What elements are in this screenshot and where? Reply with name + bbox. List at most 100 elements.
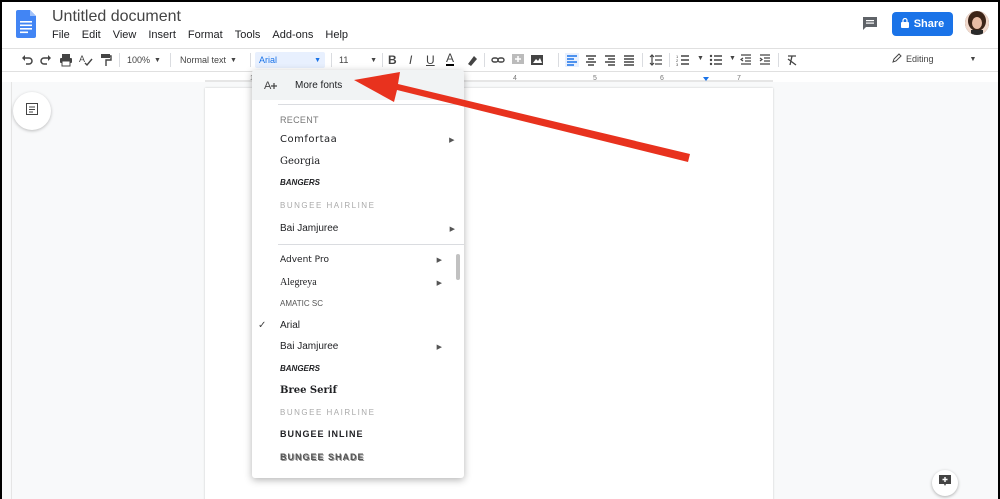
share-button[interactable]: Share <box>892 12 953 36</box>
underline-button[interactable]: U <box>426 53 435 67</box>
font-select[interactable]: Arial ▼ <box>255 52 325 68</box>
style-select[interactable]: Normal text ▼ <box>180 55 237 65</box>
numbered-list-icon[interactable]: 123 <box>676 53 690 67</box>
font-item-amatic-sc[interactable]: AMATIC SC <box>280 299 442 308</box>
align-left-icon[interactable] <box>565 53 579 67</box>
insert-image-icon[interactable] <box>530 53 544 67</box>
avatar[interactable] <box>965 11 989 35</box>
menu-scrollbar[interactable] <box>456 254 460 280</box>
clear-formatting-icon[interactable] <box>785 53 799 67</box>
font-item-bree-serif[interactable]: Bree Serif <box>280 385 442 396</box>
text-color-button[interactable]: A <box>446 52 455 66</box>
font-item-bangers[interactable]: BANGERS <box>280 364 442 373</box>
align-right-icon[interactable] <box>603 53 617 67</box>
font-item-bungee-hairline[interactable]: BUNGEE HAIRLINE <box>280 408 442 417</box>
caret-down-icon[interactable]: ▼ <box>725 55 736 62</box>
font-item-label: Georgia <box>280 156 321 167</box>
decrease-indent-icon[interactable] <box>739 53 753 67</box>
font-item-bai-jamjuree[interactable]: Bai Jamjuree ▶ <box>280 341 442 352</box>
toolbar-divider <box>484 53 485 67</box>
submenu-arrow-icon: ▶ <box>449 135 455 144</box>
editing-mode-select[interactable]: Editing ▼ <box>892 53 976 65</box>
font-item-bungee-shade[interactable]: BUNGEE SHADE <box>280 452 442 462</box>
font-item-bangers[interactable]: BANGERS <box>280 178 455 187</box>
menu-edit[interactable]: Edit <box>82 29 101 41</box>
caret-down-icon: ▼ <box>370 56 377 64</box>
explore-button[interactable] <box>932 470 958 496</box>
toolbar-divider <box>331 53 332 67</box>
bold-button[interactable]: B <box>388 53 397 67</box>
document-outline-button[interactable] <box>13 92 51 130</box>
font-item-label: Bai Jamjuree <box>280 341 339 352</box>
align-center-icon[interactable] <box>584 53 598 67</box>
link-icon[interactable] <box>491 53 505 67</box>
highlight-icon[interactable] <box>465 53 479 67</box>
menu-file[interactable]: File <box>52 29 70 41</box>
toolbar-divider <box>778 53 779 67</box>
font-item-advent-pro[interactable]: Advent Pro ▶ <box>280 255 442 265</box>
font-item-bungee-hairline[interactable]: BUNGEE HAIRLINE <box>280 201 455 210</box>
font-item-arial[interactable]: Arial <box>280 320 442 331</box>
menu-tools[interactable]: Tools <box>235 29 261 41</box>
increase-indent-icon[interactable] <box>758 53 772 67</box>
font-item-label: Bai Jamjuree <box>280 223 339 234</box>
font-size-select[interactable]: 11 ▼ <box>339 55 377 65</box>
font-menu: A More fonts RECENT Comfortaa ▶ Georgia B… <box>252 70 464 478</box>
font-item-label: BANGERS <box>280 178 321 187</box>
zoom-select[interactable]: 100% ▼ <box>127 55 161 65</box>
caret-down-icon: ▼ <box>154 56 161 64</box>
share-label: Share <box>913 18 945 30</box>
outline-icon <box>25 102 39 121</box>
font-value: Arial <box>259 55 278 65</box>
menu-view[interactable]: View <box>113 29 137 41</box>
document-title[interactable]: Untitled document <box>52 8 181 26</box>
font-item-label: BANGERS <box>280 364 321 373</box>
caret-down-icon: ▼ <box>314 56 321 64</box>
explore-icon <box>938 474 952 493</box>
font-item-label: Alegreya <box>280 277 317 288</box>
spellcheck-icon[interactable]: A <box>79 53 93 67</box>
ruler-mark: 6 <box>660 75 664 82</box>
menu-addons[interactable]: Add-ons <box>272 29 313 41</box>
font-item-comfortaa[interactable]: Comfortaa ▶ <box>280 134 455 145</box>
editing-label: Editing <box>906 54 934 64</box>
more-fonts-item[interactable]: A More fonts <box>252 70 464 100</box>
toolbar: A 100% ▼ Normal text ▼ Arial ▼ 11 ▼ B I U A … <box>2 48 998 72</box>
submenu-arrow-icon: ▶ <box>436 343 442 351</box>
font-item-bai-jamjuree[interactable]: Bai Jamjuree ▶ <box>280 223 455 234</box>
menu-format[interactable]: Format <box>188 29 223 41</box>
line-spacing-icon[interactable] <box>649 53 663 67</box>
font-item-alegreya[interactable]: Alegreya ▶ <box>280 277 442 288</box>
svg-text:A: A <box>79 54 85 64</box>
menu-help[interactable]: Help <box>325 29 348 41</box>
font-item-label: BUNGEE HAIRLINE <box>280 201 376 210</box>
comment-history-icon[interactable] <box>862 16 878 32</box>
zoom-value: 100% <box>127 55 151 65</box>
font-item-georgia[interactable]: Georgia <box>280 156 455 167</box>
italic-button[interactable]: I <box>409 53 412 67</box>
add-comment-icon[interactable] <box>511 53 525 67</box>
svg-text:3: 3 <box>676 62 679 67</box>
justify-icon[interactable] <box>622 53 636 67</box>
ruler-mark: 4 <box>513 75 517 82</box>
docs-logo-icon[interactable] <box>16 10 36 38</box>
font-item-label: Comfortaa <box>280 134 338 145</box>
menu-bar: File Edit View Insert Format Tools Add-o… <box>52 29 348 41</box>
font-item-bungee-inline[interactable]: BUNGEE INLINE <box>280 429 442 439</box>
menu-divider <box>278 104 464 105</box>
print-icon[interactable] <box>59 53 73 67</box>
toolbar-divider <box>558 53 559 67</box>
caret-down-icon: ▼ <box>230 56 237 64</box>
recent-section-label: RECENT <box>280 115 319 125</box>
undo-icon[interactable] <box>20 53 34 67</box>
toolbar-divider <box>119 53 120 67</box>
menu-insert[interactable]: Insert <box>148 29 176 41</box>
font-item-label: BUNGEE SHADE <box>280 452 365 462</box>
vertical-ruler <box>2 82 12 499</box>
bulleted-list-icon[interactable] <box>709 53 723 67</box>
caret-down-icon[interactable]: ▼ <box>693 55 704 62</box>
font-size-value: 11 <box>339 55 349 65</box>
paint-format-icon[interactable] <box>99 53 113 67</box>
redo-icon[interactable] <box>39 53 53 67</box>
toolbar-divider <box>170 53 171 67</box>
